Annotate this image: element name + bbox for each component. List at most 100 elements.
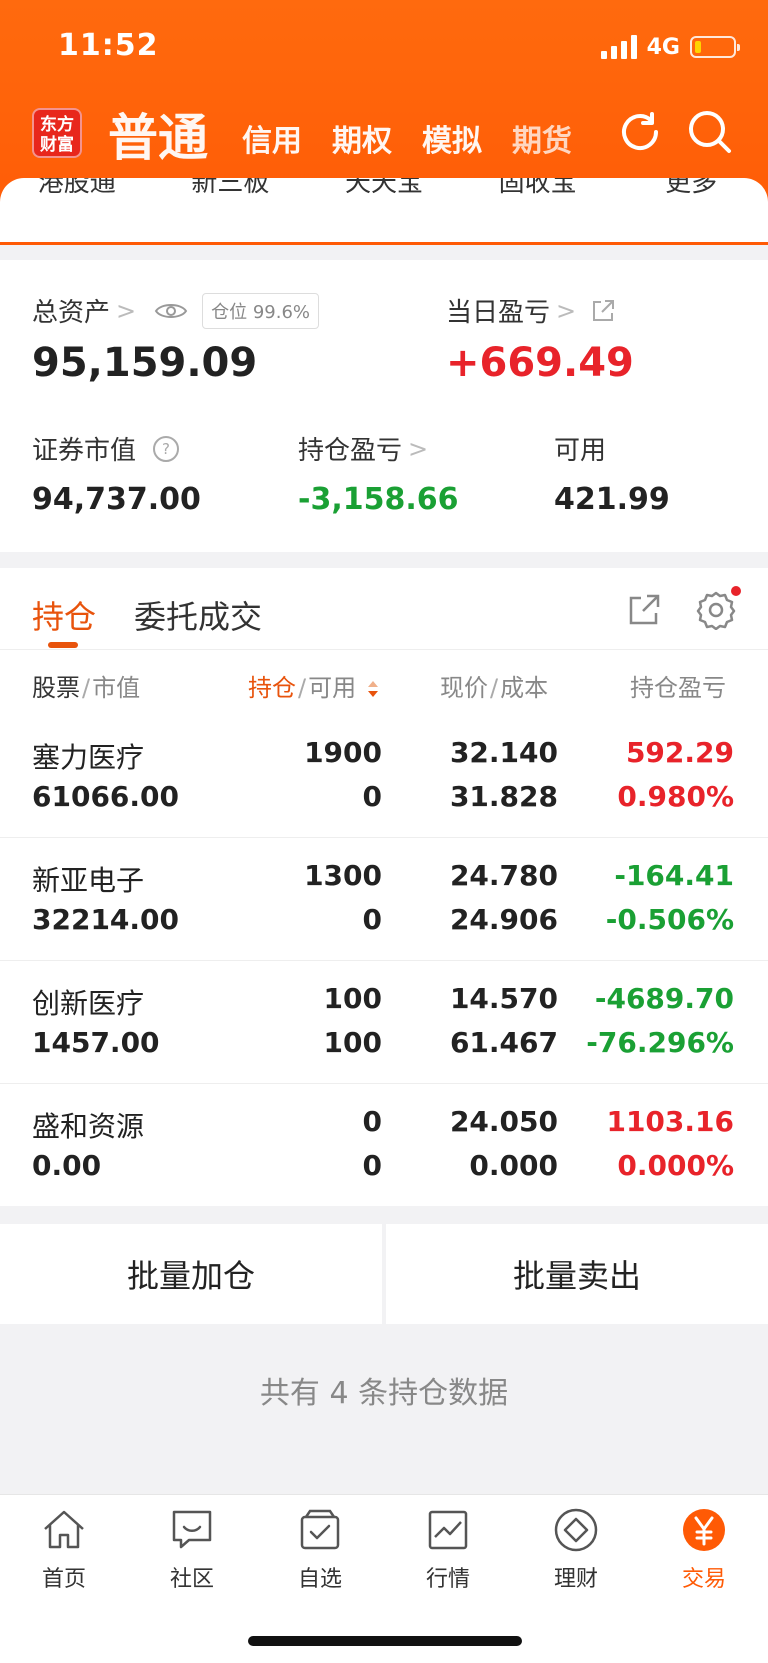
col-header-pl: 持仓盈亏 xyxy=(630,668,736,703)
stock-available: 0 xyxy=(362,1149,382,1182)
tab-simulation[interactable]: 模拟 xyxy=(422,116,482,170)
menu-fixed-income[interactable]: 固收宝 xyxy=(461,178,615,199)
chevron-right-icon: > xyxy=(408,434,429,463)
nav-wealth-label: 理财 xyxy=(553,1567,598,1592)
stock-pl-percent: 0.000% xyxy=(617,1149,734,1182)
table-row[interactable]: 创新医疗 1457.00 100 100 14.570 61.467 -4689… xyxy=(0,962,768,1084)
nav-community-label: 社区 xyxy=(169,1567,214,1592)
nav-community[interactable]: 社区 xyxy=(128,1505,256,1593)
wealth-icon xyxy=(554,1508,598,1552)
community-icon xyxy=(172,1510,212,1549)
batch-add-button[interactable]: 批量加仓 xyxy=(0,1224,382,1324)
batch-actions: 批量加仓 批量卖出 xyxy=(0,1224,768,1324)
share-icon[interactable] xyxy=(626,592,662,628)
stock-name: 盛和资源 xyxy=(32,1110,145,1143)
status-indicators: 4G xyxy=(600,32,740,62)
stock-quantity: 1300 xyxy=(304,859,382,892)
col-header-position[interactable]: 持仓/可用 xyxy=(248,668,380,703)
daily-pl-label: 当日盈亏 xyxy=(446,298,551,328)
stock-quantity: 0 xyxy=(362,1105,382,1138)
total-assets-value: 95,159.09 xyxy=(32,340,258,386)
nav-trade[interactable]: 交易 xyxy=(640,1505,768,1593)
total-assets-label-row[interactable]: 总资产 > 仓位 99.6% xyxy=(32,292,320,329)
external-link-icon[interactable] xyxy=(590,298,616,324)
holdings-count-note: 共有 4 条持仓数据 xyxy=(259,1376,509,1411)
sort-icon[interactable] xyxy=(366,679,380,699)
stock-name: 新亚电子 xyxy=(32,864,145,897)
chevron-right-icon: > xyxy=(556,296,577,325)
tab-options[interactable]: 期权 xyxy=(332,116,392,170)
svg-text:?: ? xyxy=(162,440,170,458)
trade-icon xyxy=(683,1509,725,1551)
position-ratio-badge: 仓位 99.6% xyxy=(202,292,320,329)
menu-tiantianbao[interactable]: 天天宝 xyxy=(307,178,461,199)
col-available-label: 可用 xyxy=(308,674,357,702)
nav-watchlist-label: 自选 xyxy=(297,1567,342,1592)
asset-summary-card: 总资产 > 仓位 99.6% 95,159.09 当日盈亏 > +669.49 … xyxy=(0,260,768,552)
status-time: 11:52 xyxy=(58,28,159,63)
service-menu: 港股通 新三板 天天宝 固收宝 更多 xyxy=(0,178,768,242)
market-value-label-row: 证券市值 ? xyxy=(32,430,180,467)
nav-wealth[interactable]: 理财 xyxy=(512,1505,640,1593)
stock-cost: 31.828 xyxy=(449,780,558,813)
tab-normal[interactable]: 普通 xyxy=(108,98,208,170)
watchlist-icon xyxy=(300,1509,340,1550)
tab-credit[interactable]: 信用 xyxy=(242,116,302,170)
gear-icon[interactable] xyxy=(696,590,736,630)
stock-pl: 1103.16 xyxy=(606,1105,734,1138)
network-label: 4G xyxy=(646,34,680,60)
search-icon[interactable] xyxy=(686,108,734,156)
tab-holdings[interactable]: 持仓 xyxy=(32,592,96,638)
battery-icon xyxy=(690,36,740,58)
home-indicator xyxy=(248,1636,522,1646)
tab-orders-trades[interactable]: 委托成交 xyxy=(134,592,262,638)
nav-trade-label: 交易 xyxy=(681,1567,726,1592)
tab-futures[interactable]: 期货 xyxy=(512,116,572,170)
home-icon xyxy=(44,1510,84,1549)
stock-pl: -164.41 xyxy=(614,859,734,892)
nav-home[interactable]: 首页 xyxy=(0,1505,128,1593)
col-position-label: 持仓 xyxy=(248,674,296,702)
notification-dot xyxy=(731,586,741,596)
stock-available: 0 xyxy=(362,903,382,936)
total-assets-label: 总资产 xyxy=(32,298,111,328)
stock-price: 32.140 xyxy=(449,736,558,769)
eye-icon[interactable] xyxy=(154,300,188,322)
help-icon[interactable]: ? xyxy=(152,435,180,463)
stock-market-value: 0.00 xyxy=(32,1149,102,1182)
holdings-tabs: 持仓 委托成交 xyxy=(0,568,768,650)
table-row[interactable]: 盛和资源 0.00 0 0 24.050 0.000 1103.16 0.000… xyxy=(0,1085,768,1207)
menu-hk-connect[interactable]: 港股通 xyxy=(0,178,154,199)
stock-quantity: 100 xyxy=(323,982,382,1015)
col-price-label: 现价 xyxy=(440,674,488,702)
nav-market-label: 行情 xyxy=(425,1567,470,1592)
stock-cost: 0.000 xyxy=(469,1149,558,1182)
col-cost-label: 成本 xyxy=(500,674,549,702)
menu-more[interactable]: 更多 xyxy=(614,178,768,199)
stock-quantity: 1900 xyxy=(304,736,382,769)
market-value-label: 证券市值 xyxy=(32,436,137,466)
col-pl-label: 持仓盈亏 xyxy=(630,674,726,702)
app-logo[interactable]: 东方 财富 xyxy=(32,108,82,158)
stock-pl-percent: -0.506% xyxy=(605,903,734,936)
holdings-panel: 持仓 委托成交 股票/市值 持仓/可用 现价/成本 持仓盈亏 塞力医疗 6106… xyxy=(0,568,768,1206)
nav-market[interactable]: 行情 xyxy=(384,1505,512,1593)
daily-pl-label-row[interactable]: 当日盈亏 > xyxy=(446,292,616,329)
stock-pl: 592.29 xyxy=(625,736,734,769)
table-row[interactable]: 新亚电子 32214.00 1300 0 24.780 24.906 -164.… xyxy=(0,839,768,961)
market-icon xyxy=(428,1510,468,1550)
signal-icon xyxy=(600,35,637,59)
menu-neeq[interactable]: 新三板 xyxy=(154,178,308,199)
table-row[interactable]: 塞力医疗 61066.00 1900 0 32.140 31.828 592.2… xyxy=(0,716,768,838)
stock-market-value: 61066.00 xyxy=(32,780,180,813)
refresh-icon[interactable] xyxy=(616,108,664,156)
market-value: 94,737.00 xyxy=(32,482,201,517)
nav-watchlist[interactable]: 自选 xyxy=(256,1505,384,1593)
holding-pl-label-row[interactable]: 持仓盈亏 > xyxy=(298,430,428,467)
col-header-stock: 股票/市值 xyxy=(32,674,141,702)
batch-sell-button[interactable]: 批量卖出 xyxy=(386,1224,768,1324)
stock-price: 24.050 xyxy=(449,1105,558,1138)
stock-available: 0 xyxy=(362,780,382,813)
logo-text-bottom: 财富 xyxy=(40,135,74,155)
col-stock-label: 股票 xyxy=(32,674,80,702)
